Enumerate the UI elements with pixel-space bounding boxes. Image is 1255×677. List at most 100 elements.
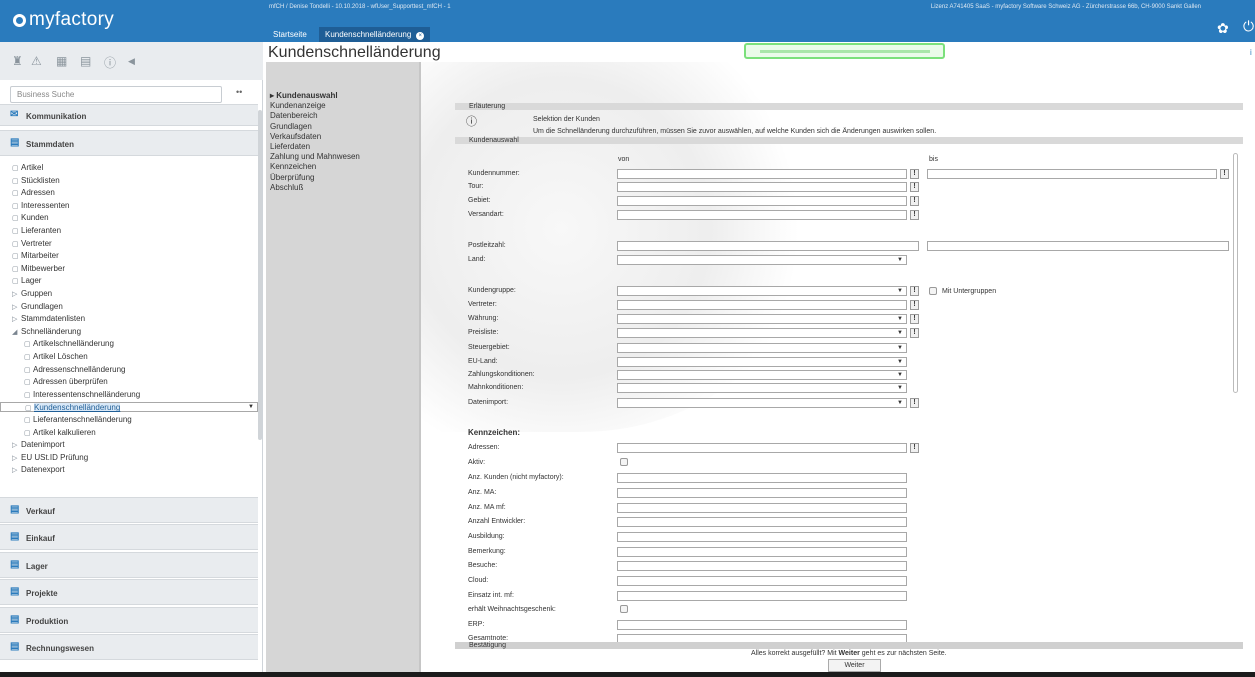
section-produktion[interactable]: ▤ Produktion — [0, 607, 258, 633]
wizard-step[interactable]: Grundlagen — [270, 122, 312, 131]
sidebar-item-lieferantenschnelländerung[interactable]: ▢ Lieferantenschnelländerung — [0, 415, 258, 427]
mit-untergruppen-checkbox[interactable] — [929, 287, 937, 295]
datenimport-select[interactable] — [617, 398, 907, 408]
info-icon[interactable]: i — [1250, 48, 1252, 57]
wizard-step[interactable]: Datenbereich — [270, 111, 318, 120]
preisliste-lookup-button[interactable]: ! — [910, 328, 919, 338]
wizard-step[interactable]: Überprüfung — [270, 173, 314, 182]
vertreter-input[interactable] — [617, 300, 907, 310]
besuche-input[interactable] — [617, 561, 907, 571]
versandart-von-lookup-button[interactable]: ! — [910, 210, 919, 220]
datenimport-lookup-button[interactable]: ! — [910, 398, 919, 408]
weiter-button[interactable]: Weiter — [828, 659, 881, 672]
sidebar-item-artikel-kalkulieren[interactable]: ▢ Artikel kalkulieren — [0, 428, 258, 440]
tour-von-lookup-button[interactable]: ! — [910, 182, 919, 192]
anzahl_entwickler-input[interactable] — [617, 517, 907, 527]
sidebar-item-datenimport[interactable]: ▷ Datenimport — [0, 440, 258, 452]
close-icon[interactable]: × — [416, 32, 425, 40]
sidebar-item-gruppen[interactable]: ▷ Gruppen — [0, 289, 258, 301]
anz_kunden-input[interactable] — [617, 473, 907, 483]
section-stammdaten[interactable]: ▤ Stammdaten — [0, 130, 258, 156]
postleitzahl-von-input[interactable] — [617, 241, 919, 251]
document-icon[interactable]: ▤ — [80, 54, 91, 68]
land-select[interactable] — [617, 255, 907, 265]
wizard-step[interactable]: Zahlung und Mahnwesen — [270, 152, 360, 161]
tab-kundenschnellaenderung[interactable]: Kundenschnelländerung × — [319, 27, 431, 42]
vertreter-lookup-button[interactable]: ! — [910, 300, 919, 310]
zahlungskonditionen-select[interactable] — [617, 370, 907, 380]
waehrung-lookup-button[interactable]: ! — [910, 314, 919, 324]
sidebar-scrollbar[interactable] — [258, 110, 262, 440]
section-kommunikation[interactable]: ✉ Kommunikation — [0, 104, 258, 126]
sidebar-item-mitarbeiter[interactable]: ▢ Mitarbeiter — [0, 251, 258, 263]
sidebar-item-lieferanten[interactable]: ▢ Lieferanten — [0, 226, 258, 238]
sidebar-item-interessentenschnelländerung[interactable]: ▢ Interessentenschnelländerung — [0, 390, 258, 402]
gebiet-von-lookup-button[interactable]: ! — [910, 196, 919, 206]
adressen-lookup-button[interactable]: ! — [910, 443, 919, 453]
aktiv-checkbox[interactable] — [620, 458, 628, 466]
sidebar-item-eu-ust-id-prüfung[interactable]: ▷ EU USt.ID Prüfung — [0, 453, 258, 465]
form-scrollbar[interactable] — [1233, 153, 1238, 393]
erp-input[interactable] — [617, 620, 907, 630]
sidebar-item-mitbewerber[interactable]: ▢ Mitbewerber — [0, 264, 258, 276]
tour-von-input[interactable] — [617, 182, 907, 192]
user-icon[interactable]: ♜ — [12, 54, 23, 68]
sidebar-item-artikelschnelländerung[interactable]: ▢ Artikelschnelländerung — [0, 339, 258, 351]
tab-startseite[interactable]: Startseite — [267, 27, 313, 42]
sidebar-item-lager[interactable]: ▢ Lager — [0, 276, 258, 288]
sidebar-item-adressen[interactable]: ▢ Adressen — [0, 188, 258, 200]
adressen-input[interactable] — [617, 443, 907, 453]
kundengruppe-select[interactable] — [617, 286, 907, 296]
kundennummer-bis-input[interactable] — [927, 169, 1217, 179]
gebiet-von-input[interactable] — [617, 196, 907, 206]
sidebar-item-kunden[interactable]: ▢ Kunden — [0, 213, 258, 225]
weihnachtsgeschenk-checkbox[interactable] — [620, 605, 628, 613]
section-lager[interactable]: ▤ Lager — [0, 552, 258, 578]
sidebar-item-stammdatenlisten[interactable]: ▷ Stammdatenlisten — [0, 314, 258, 326]
sidebar-item-artikel-löschen[interactable]: ▢ Artikel Löschen — [0, 352, 258, 364]
sidebar-item-interessenten[interactable]: ▢ Interessenten — [0, 201, 258, 213]
wizard-step[interactable]: Kundenanzeige — [270, 101, 326, 110]
info-icon[interactable]: ⓘ — [104, 54, 116, 71]
sidebar-item-kundenschnelländerung[interactable]: ▢ Kundenschnelländerung — [0, 402, 258, 413]
versandart-von-input[interactable] — [617, 210, 907, 220]
waehrung-select[interactable] — [617, 314, 907, 324]
bemerkung-input[interactable] — [617, 547, 907, 557]
anz_ma-input[interactable] — [617, 488, 907, 498]
section-verkauf[interactable]: ▤ Verkauf — [0, 497, 258, 523]
section-projekte[interactable]: ▤ Projekte — [0, 579, 258, 605]
warning-icon[interactable]: ⚠ — [31, 54, 42, 68]
kundennummer-bis-lookup-button[interactable]: ! — [1220, 169, 1229, 179]
sidebar-item-adressen-überprüfen[interactable]: ▢ Adressen überprüfen — [0, 377, 258, 389]
sidebar-item-stücklisten[interactable]: ▢ Stücklisten — [0, 176, 258, 188]
wizard-step[interactable]: ▸ Kundenauswahl — [270, 91, 338, 100]
kundengruppe-lookup-button[interactable]: ! — [910, 286, 919, 296]
calendar-icon[interactable]: ▦ — [56, 54, 67, 68]
collapse-left-icon[interactable]: ◀ — [128, 56, 135, 67]
anz_ma_mf-input[interactable] — [617, 503, 907, 513]
ausbildung-input[interactable] — [617, 532, 907, 542]
wizard-step[interactable]: Verkaufsdaten — [270, 132, 321, 141]
section-rechnungswesen[interactable]: ▤ Rechnungswesen — [0, 634, 258, 660]
sidebar-item-adressenschnelländerung[interactable]: ▢ Adressenschnelländerung — [0, 365, 258, 377]
power-icon[interactable]: ⏻ — [1243, 18, 1254, 35]
wizard-step[interactable]: Kennzeichen — [270, 162, 316, 171]
logo[interactable]: myfactory — [0, 0, 263, 42]
sidebar-item-grundlagen[interactable]: ▷ Grundlagen — [0, 302, 258, 314]
sidebar-item-schnelländerung[interactable]: ◢ Schnelländerung — [0, 327, 258, 339]
einsatz_int_mf-input[interactable] — [617, 591, 907, 601]
wizard-step[interactable]: Lieferdaten — [270, 142, 310, 151]
sidebar-item-datenexport[interactable]: ▷ Datenexport — [0, 465, 258, 477]
sidebar-item-artikel[interactable]: ▢ Artikel — [0, 163, 258, 175]
kundennummer-von-input[interactable] — [617, 169, 907, 179]
business-search-input[interactable]: Business Suche — [10, 86, 222, 103]
sidebar-item-vertreter[interactable]: ▢ Vertreter — [0, 239, 258, 251]
steuergebiet-select[interactable] — [617, 343, 907, 353]
search-options-icon[interactable]: •• — [236, 87, 242, 97]
postleitzahl-bis-input[interactable] — [927, 241, 1229, 251]
cloud-input[interactable] — [617, 576, 907, 586]
gear-icon[interactable]: ✿ — [1217, 20, 1229, 37]
mahnkonditionen-select[interactable] — [617, 383, 907, 393]
kundennummer-von-lookup-button[interactable]: ! — [910, 169, 919, 179]
preisliste-select[interactable] — [617, 328, 907, 338]
